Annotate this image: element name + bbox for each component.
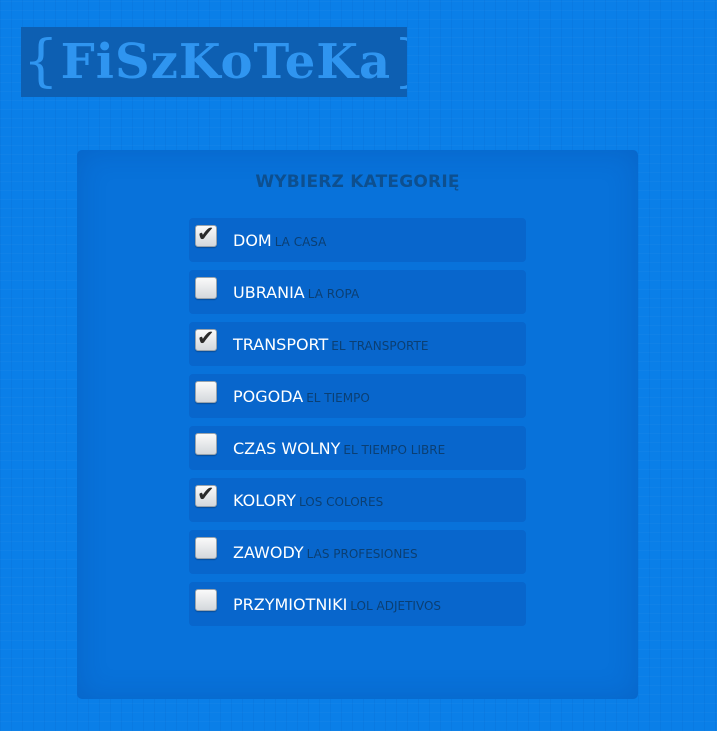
category-label: TRANSPORT EL TRANSPORTE <box>233 335 428 354</box>
category-label: POGODA EL TIEMPO <box>233 387 370 406</box>
category-name-es: LAS PROFESIONES <box>306 547 418 561</box>
logo-text: FiSzKoTeKa <box>60 34 392 90</box>
category-item-ubrania[interactable]: ✔ UBRANIALA ROPA <box>189 270 526 314</box>
category-label: CZAS WOLNY EL TIEMPO LIBRE <box>233 439 445 458</box>
category-name-pl: KOLORY <box>233 491 297 510</box>
app-logo[interactable]: { FiSzKoTeKa } <box>21 27 407 97</box>
category-name-es: LOS COLORES <box>299 495 384 509</box>
category-checkbox[interactable]: ✔ <box>195 537 217 559</box>
category-name-es: LA ROPA <box>307 287 360 301</box>
category-label: KOLORY LOS COLORES <box>233 491 383 510</box>
category-checkbox[interactable]: ✔ <box>195 277 217 299</box>
category-label: UBRANIA LA ROPA <box>233 283 359 302</box>
category-checkbox[interactable]: ✔ <box>195 433 217 455</box>
category-checkbox[interactable]: ✔ <box>195 381 217 403</box>
category-checkbox[interactable]: ✔ <box>195 482 217 507</box>
category-name-pl: TRANSPORT <box>233 335 329 354</box>
category-name-pl: POGODA <box>233 387 304 406</box>
category-item-przymiotniki[interactable]: ✔ PRZYMIOTNIKILOL ADJETIVOS <box>189 582 526 626</box>
checkmark-icon: ✔ <box>197 222 215 246</box>
category-checkbox[interactable]: ✔ <box>195 222 217 247</box>
checkmark-icon: ✔ <box>197 326 215 350</box>
category-name-pl: DOM <box>233 231 272 250</box>
category-item-dom[interactable]: ✔ DOM LA CASA <box>189 218 526 262</box>
category-name-es: EL TIEMPO <box>306 391 370 405</box>
category-panel: WYBIERZ KATEGORIĘ ✔ DOMLA CASA ✔ UBRANIA… <box>77 150 638 699</box>
category-name-pl: PRZYMIOTNIKI <box>233 595 348 614</box>
category-item-pogoda[interactable]: ✔ POGODAEL TIEMPO <box>189 374 526 418</box>
category-name-pl: CZAS WOLNY <box>233 439 341 458</box>
category-name-es: EL TRANSPORTE <box>331 339 429 353</box>
category-item-kolory[interactable]: ✔ KOLORY LOS COLORES <box>189 478 526 522</box>
panel-title: WYBIERZ KATEGORIĘ <box>255 172 460 192</box>
category-label: ZAWODY LAS PROFESIONES <box>233 543 418 562</box>
checkmark-icon: ✔ <box>197 482 215 506</box>
category-name-es: LOL ADJETIVOS <box>350 599 441 613</box>
category-label: DOM LA CASA <box>233 231 326 250</box>
category-list: ✔ DOMLA CASA ✔ UBRANIALA ROPA ✔ TRANSPOR… <box>189 218 526 634</box>
category-name-pl: UBRANIA <box>233 283 305 302</box>
logo-right-brace: } <box>393 27 407 97</box>
category-name-es: EL TIEMPO LIBRE <box>343 443 446 457</box>
category-checkbox[interactable]: ✔ <box>195 326 217 351</box>
category-name-es: LA CASA <box>274 235 327 249</box>
category-name-pl: ZAWODY <box>233 543 304 562</box>
category-label: PRZYMIOTNIKI LOL ADJETIVOS <box>233 595 441 614</box>
category-item-transport[interactable]: ✔ TRANSPORT EL TRANSPORTE <box>189 322 526 366</box>
category-checkbox[interactable]: ✔ <box>195 589 217 611</box>
logo-left-brace: { <box>23 29 59 94</box>
category-item-czas-wolny[interactable]: ✔ CZAS WOLNYEL TIEMPO LIBRE <box>189 426 526 470</box>
category-item-zawody[interactable]: ✔ ZAWODYLAS PROFESIONES <box>189 530 526 574</box>
